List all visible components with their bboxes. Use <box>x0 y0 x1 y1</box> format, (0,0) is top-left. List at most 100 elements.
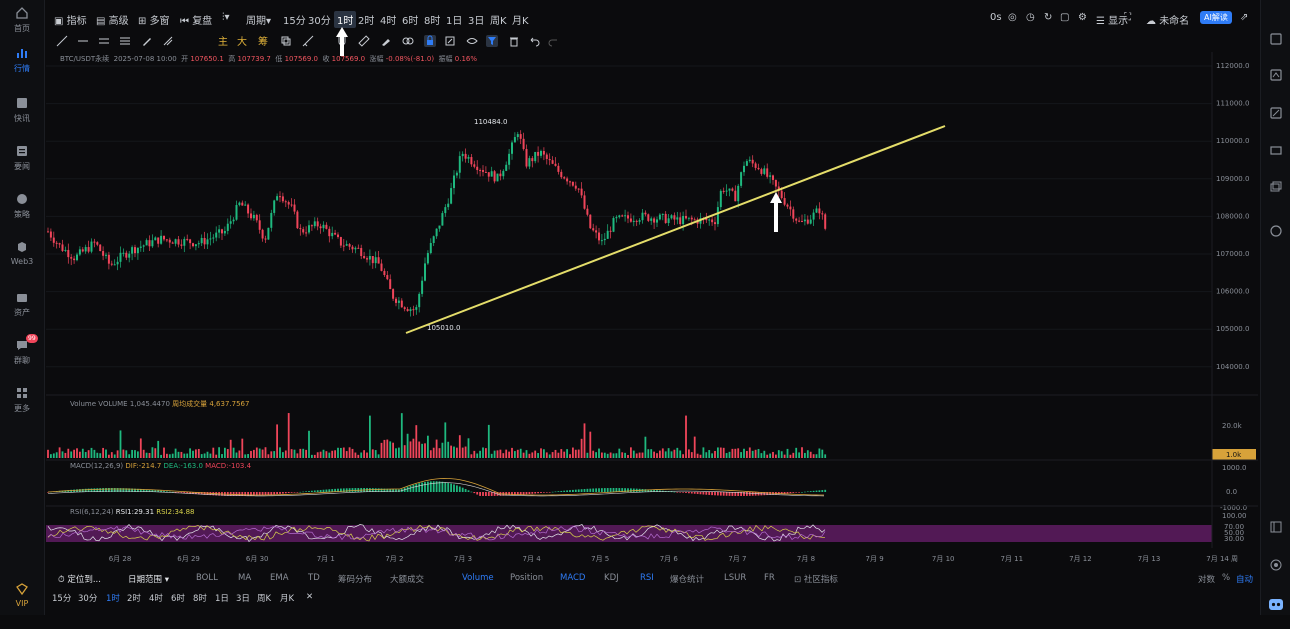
b-interval-2h[interactable]: 2时 <box>127 592 141 604</box>
sub-kdj[interactable]: KDJ <box>604 573 619 583</box>
volume-bar <box>601 452 603 458</box>
volume-bar <box>380 442 383 458</box>
volume-bar <box>653 451 655 458</box>
locate-button[interactable]: ⏱ 定位到... <box>58 573 101 585</box>
macd-bar <box>821 490 824 492</box>
help-icon[interactable] <box>1269 558 1283 572</box>
b-interval-30m[interactable]: 30分 <box>78 592 97 604</box>
trades-icon[interactable] <box>1269 68 1283 82</box>
candle-body <box>635 220 638 222</box>
close-intervals-icon[interactable]: ✕ <box>306 592 313 602</box>
compass-icon[interactable] <box>1269 224 1283 238</box>
candle-body <box>624 215 627 217</box>
robot-icon[interactable] <box>1268 596 1284 612</box>
b-interval-3d[interactable]: 3日 <box>236 592 250 604</box>
app-frame: 首页 行情 快讯 要闻 策略 Web3 资产 群聊 99 更多 VIP ▣ 指标… <box>0 0 1290 629</box>
sub-lsur[interactable]: LSUR <box>724 573 746 583</box>
volume-bar <box>482 447 484 458</box>
volume-bar <box>690 452 693 458</box>
candle-body <box>160 235 163 244</box>
date-tick: 7月 5 <box>591 555 609 563</box>
sub-macd[interactable]: MACD <box>560 573 585 583</box>
candle-body <box>342 245 345 247</box>
volume-bar <box>525 450 528 458</box>
macd-bar <box>429 481 432 492</box>
ind-ma[interactable]: MA <box>238 573 251 583</box>
volume-bar <box>357 454 360 458</box>
candle-body <box>171 242 174 244</box>
volume-bar <box>261 449 264 458</box>
candle-body <box>502 170 505 177</box>
sub-volume[interactable]: Volume <box>462 573 494 583</box>
volume-bar <box>693 436 696 458</box>
candle-body <box>223 230 226 234</box>
macd-bar <box>183 492 186 494</box>
ind-boll[interactable]: BOLL <box>196 573 218 583</box>
b-interval-6h[interactable]: 6时 <box>171 592 185 604</box>
sub-position[interactable]: Position <box>510 573 543 583</box>
candle-body <box>722 190 725 192</box>
volume-bar <box>487 424 490 458</box>
macd-bar <box>702 492 705 495</box>
sub-fr[interactable]: FR <box>764 573 775 583</box>
ind-td[interactable]: TD <box>308 573 320 583</box>
candle-body <box>67 249 70 258</box>
macd-axis-mid: 0.0 <box>1226 488 1237 496</box>
b-interval-15m[interactable]: 15分 <box>52 592 71 604</box>
panel-icon[interactable] <box>1269 520 1283 534</box>
volume-bar <box>751 450 754 458</box>
volume-bar <box>334 450 336 458</box>
chart-canvas[interactable]: 110484.0 105010.0 112000.0 111000.0 110000… <box>0 0 1258 570</box>
orderbook-icon[interactable] <box>1269 32 1283 46</box>
bottom-interval-bar: 15分 30分 1时 2时 4时 6时 8时 1日 3日 周K 月K ✕ <box>46 590 446 606</box>
community-indicators[interactable]: ⊡ 社区指标 <box>794 573 838 585</box>
macd-bar <box>424 482 426 492</box>
sub-liquidation[interactable]: 爆仓统计 <box>670 573 704 585</box>
b-interval-4h[interactable]: 4时 <box>149 592 163 604</box>
candle-body <box>221 229 223 234</box>
volume-bar <box>641 452 644 458</box>
candle-body <box>676 217 679 220</box>
volume-bar <box>395 448 397 458</box>
auto-scale-toggle[interactable]: 自动 <box>1236 573 1253 585</box>
volume-bar <box>606 453 609 458</box>
macd-bar <box>595 488 597 492</box>
candle-body <box>131 247 134 254</box>
candle-body <box>795 218 798 221</box>
layers-icon[interactable] <box>1269 180 1283 194</box>
candle-body <box>760 169 763 174</box>
candle-body <box>716 207 719 225</box>
date-range-button[interactable]: 日期范围 ▾ <box>128 573 169 585</box>
volume-axis-top: 20.0k <box>1222 422 1243 430</box>
nav-vip[interactable]: VIP <box>0 582 44 608</box>
date-range-label: 日期范围 <box>128 575 163 585</box>
b-interval-1h[interactable]: 1时 <box>106 592 120 604</box>
candle-body <box>772 175 774 180</box>
b-interval-week[interactable]: 周K <box>257 592 271 604</box>
ind-chip[interactable]: 筹码分布 <box>338 573 372 585</box>
date-tick: 7月 14 <box>1206 555 1229 563</box>
monitor-icon[interactable] <box>1269 144 1283 158</box>
candle-body <box>157 237 160 244</box>
candle-body <box>113 264 116 266</box>
volume-bar <box>168 454 171 458</box>
candle-body <box>252 214 255 219</box>
price-tick: 112000.0 <box>1216 62 1249 70</box>
candle-body <box>560 171 563 178</box>
b-interval-month[interactable]: 月K <box>280 592 294 604</box>
candle-body <box>302 229 305 233</box>
sub-rsi[interactable]: RSI <box>640 573 654 583</box>
macd-bar <box>705 492 708 495</box>
volume-bar <box>775 454 777 458</box>
candle-body <box>93 241 96 243</box>
ind-large-trade[interactable]: 大额成交 <box>390 573 424 585</box>
b-interval-8h[interactable]: 8时 <box>193 592 207 604</box>
ind-ema[interactable]: EMA <box>270 573 289 583</box>
volume-bar <box>235 452 238 458</box>
b-interval-1d[interactable]: 1日 <box>215 592 229 604</box>
percent-toggle[interactable]: % <box>1222 573 1230 583</box>
percent-icon[interactable] <box>1269 106 1283 120</box>
candle-body <box>348 244 351 247</box>
log-scale-toggle[interactable]: 对数 <box>1198 573 1215 585</box>
trend-line[interactable] <box>405 125 946 334</box>
